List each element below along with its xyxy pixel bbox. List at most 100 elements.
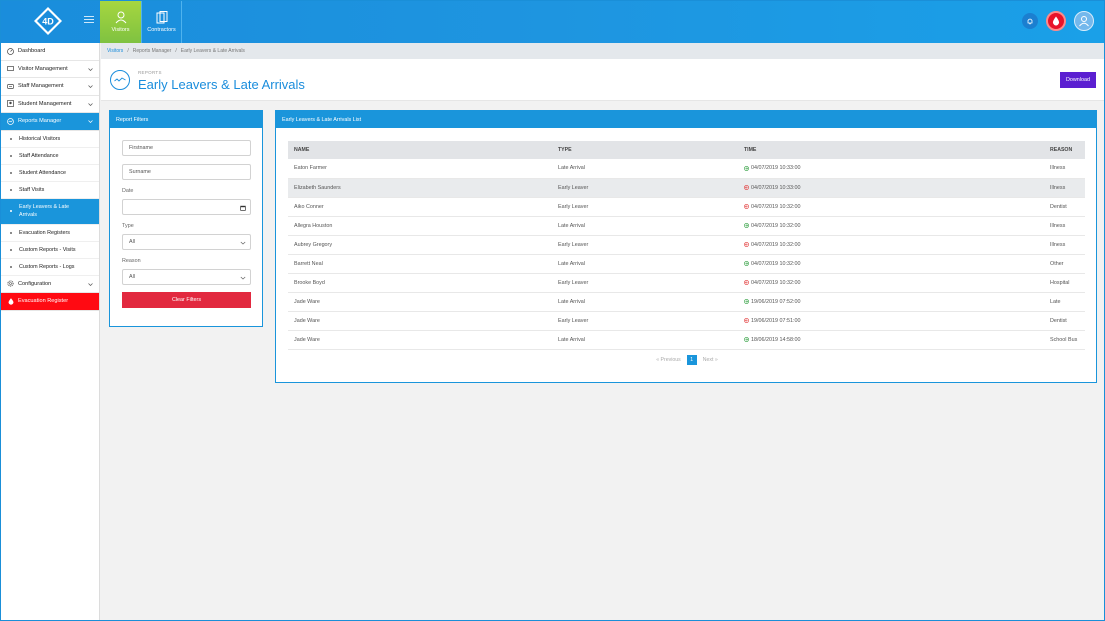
sidebar-sub-evacuation-registers[interactable]: Evacuation Registers xyxy=(1,225,99,242)
cell-time-value: 19/06/2019 07:51:00 xyxy=(751,317,801,324)
chevron-down-icon xyxy=(240,241,246,245)
notifications-bell-icon[interactable] xyxy=(1022,13,1038,29)
table-row[interactable]: Brooke Boyd Early Leaver 04/07/2019 10:32:… xyxy=(288,273,1085,293)
cell-reason: Illness xyxy=(1044,216,1085,236)
table-row[interactable]: Allegra Houston Late Arrival 04/07/2019 10… xyxy=(288,216,1085,236)
column-header-type[interactable]: TYPE xyxy=(552,141,738,159)
user-avatar-icon[interactable] xyxy=(1074,11,1094,31)
calendar-icon[interactable] xyxy=(240,205,246,211)
page-eyebrow: REPORTS xyxy=(138,70,162,75)
clear-filters-button[interactable]: Clear Filters xyxy=(122,292,251,308)
chevron-down-icon xyxy=(88,282,93,286)
topnav-contractors[interactable]: Contractors xyxy=(141,1,182,43)
surname-input[interactable]: Surname xyxy=(122,164,251,180)
reason-select[interactable]: All xyxy=(122,269,251,285)
visitor-card-icon xyxy=(7,65,14,72)
pager-page-current[interactable]: 1 xyxy=(686,355,697,365)
evacuation-drop-icon[interactable] xyxy=(1046,11,1066,31)
table-header-row: NAME TYPE TIME REASON xyxy=(288,141,1085,159)
cell-time-value: 04/07/2019 10:32:00 xyxy=(751,279,801,286)
column-header-time[interactable]: TIME xyxy=(738,141,1044,159)
table-row[interactable]: Aiko Conner Early Leaver 04/07/2019 10:32:… xyxy=(288,197,1085,217)
sidebar-sub-staff-attendance[interactable]: Staff Attendance xyxy=(1,148,99,165)
sidebar-item-dashboard[interactable]: Dashboard xyxy=(1,43,99,61)
table-row[interactable]: Jade Ware Late Arrival 19/06/2019 07:52:00… xyxy=(288,292,1085,312)
cell-time: 19/06/2019 07:52:00 xyxy=(738,292,1044,312)
arrival-clock-icon xyxy=(744,261,749,266)
column-header-name[interactable]: NAME xyxy=(288,141,552,159)
sidebar-item-evacuation-register[interactable]: Evacuation Register xyxy=(1,293,99,311)
cell-name: Jade Ware xyxy=(288,292,552,312)
sidebar-item-configuration[interactable]: Configuration xyxy=(1,276,99,293)
arrival-clock-icon xyxy=(744,223,749,228)
sidebar-item-label: Student Management xyxy=(18,100,72,107)
sidebar-item-visitor-management[interactable]: Visitor Management xyxy=(1,61,99,78)
breadcrumb-visitors[interactable]: Visitors xyxy=(107,48,123,54)
cell-time: 04/07/2019 10:32:00 xyxy=(738,254,1044,274)
logo[interactable]: 4D xyxy=(33,6,63,36)
sidebar-sub-custom-reports-visits[interactable]: Custom Reports - Visits xyxy=(1,242,99,259)
arrival-clock-icon xyxy=(744,165,749,171)
cell-type: Late Arrival xyxy=(552,254,738,274)
early-leavers-list-panel: Early Leavers & Late Arrivals List NAME … xyxy=(275,110,1097,383)
date-input[interactable] xyxy=(122,199,251,215)
breadcrumb-current: Early Leavers & Late Arrivals xyxy=(180,48,245,54)
cell-time-value: 04/07/2019 10:32:00 xyxy=(751,203,801,210)
cell-type: Early Leaver xyxy=(552,178,738,198)
leaver-clock-icon xyxy=(744,185,749,190)
table-row[interactable]: Elizabeth Saunders Early Leaver 04/07/2019… xyxy=(288,178,1085,198)
hamburger-menu-icon[interactable] xyxy=(84,16,94,26)
sidebar-sub-custom-reports-logs[interactable]: Custom Reports - Logs xyxy=(1,259,99,276)
cell-type: Early Leaver xyxy=(552,235,738,255)
report-filters-panel: Report Filters Firstname Surname Date Ty… xyxy=(109,110,263,327)
topnav-visitors[interactable]: Visitors xyxy=(100,1,141,43)
chevron-down-icon xyxy=(88,85,93,88)
cell-reason: Illness xyxy=(1044,159,1085,179)
cell-time: 04/07/2019 10:33:00 xyxy=(738,178,1044,198)
breadcrumb-reports-manager[interactable]: Reports Manager xyxy=(133,48,172,54)
person-icon xyxy=(115,11,126,24)
sidebar-item-label: Dashboard xyxy=(18,48,46,55)
table-row[interactable]: Jade Ware Late Arrival 18/06/2019 14:58:00… xyxy=(288,330,1085,350)
sidebar-sub-student-attendance[interactable]: Student Attendance xyxy=(1,165,99,182)
cell-reason: Dentist xyxy=(1044,197,1085,217)
leaver-clock-icon xyxy=(744,280,749,285)
cell-name: Aubrey Gregory xyxy=(288,235,552,255)
table-row[interactable]: Jade Ware Early Leaver 19/06/2019 07:51:00… xyxy=(288,311,1085,331)
type-select[interactable]: All xyxy=(122,234,251,250)
evacuation-drop-icon xyxy=(7,298,14,305)
cell-time: 04/07/2019 10:32:00 xyxy=(738,197,1044,217)
sidebar-sub-early-leavers[interactable]: Early Leavers & Late Arrivals xyxy=(1,198,99,225)
sidebar-item-label: Configuration xyxy=(18,280,52,287)
cell-reason: Illness xyxy=(1044,235,1085,255)
sidebar-item-reports-manager[interactable]: Reports Manager xyxy=(1,113,99,131)
pager-next[interactable]: Next » xyxy=(703,357,718,363)
cell-time-value: 04/07/2019 10:32:00 xyxy=(751,260,801,267)
cell-name: Allegra Houston xyxy=(288,216,552,236)
download-button[interactable]: Download xyxy=(1060,72,1096,88)
pager-previous[interactable]: « Previous xyxy=(656,357,681,363)
table-row[interactable]: Eaton Farmer Late Arrival 04/07/2019 10:33… xyxy=(288,159,1085,179)
sidebar-sub-staff-visits[interactable]: Staff Visits xyxy=(1,182,99,199)
list-title: Early Leavers & Late Arrivals List xyxy=(276,111,1096,128)
sidebar-item-label: Visitor Management xyxy=(18,65,68,72)
sidebar-item-label: Staff Management xyxy=(18,83,64,90)
firstname-input[interactable]: Firstname xyxy=(122,140,251,156)
sidebar-item-student-management[interactable]: Student Management xyxy=(1,96,99,113)
sidebar-sub-historical-visitors[interactable]: Historical Visitors xyxy=(1,131,99,148)
sidebar-sub-label: Early Leavers & Late Arrivals xyxy=(19,204,70,218)
table-row[interactable]: Aubrey Gregory Early Leaver 04/07/2019 10:… xyxy=(288,235,1085,255)
cell-type: Early Leaver xyxy=(552,311,738,331)
table-row[interactable]: Barrett Neal Late Arrival 04/07/2019 10:32… xyxy=(288,254,1085,274)
page-title: Early Leavers & Late Arrivals xyxy=(138,77,305,92)
cell-type: Late Arrival xyxy=(552,292,738,312)
topnav-visitors-label: Visitors xyxy=(111,27,130,33)
cell-time: 04/07/2019 10:32:00 xyxy=(738,235,1044,255)
date-label: Date xyxy=(122,188,134,194)
cell-time: 04/07/2019 10:33:00 xyxy=(738,159,1044,179)
cell-type: Early Leaver xyxy=(552,273,738,293)
topnav-contractors-label: Contractors xyxy=(147,27,176,33)
sidebar-item-staff-management[interactable]: Staff Management xyxy=(1,78,99,96)
column-header-reason[interactable]: REASON xyxy=(1044,141,1085,159)
cell-time-value: 04/07/2019 10:32:00 xyxy=(751,241,801,248)
